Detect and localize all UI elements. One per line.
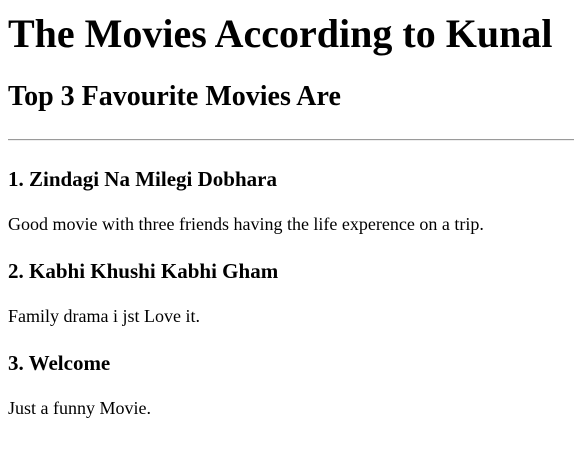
divider (8, 139, 574, 141)
movie-entry: 1. Zindagi Na Milegi Dobhara Good movie … (8, 167, 574, 235)
movie-heading: 3. Welcome (8, 351, 111, 375)
movie-heading: 2. Kabhi Khushi Kabhi Gham (8, 259, 279, 283)
movie-description: Just a funny Movie. (8, 398, 151, 418)
movie-description: Good movie with three friends having the… (8, 214, 484, 234)
movie-entry: 2. Kabhi Khushi Kabhi Gham Family drama … (8, 259, 574, 327)
page-title: The Movies According to Kunal (8, 11, 553, 56)
movie-entry: 3. Welcome Just a funny Movie. (8, 351, 574, 419)
movie-heading: 1. Zindagi Na Milegi Dobhara (8, 167, 277, 191)
page-subtitle: Top 3 Favourite Movies Are (8, 81, 341, 112)
movie-description: Family drama i jst Love it. (8, 306, 200, 326)
